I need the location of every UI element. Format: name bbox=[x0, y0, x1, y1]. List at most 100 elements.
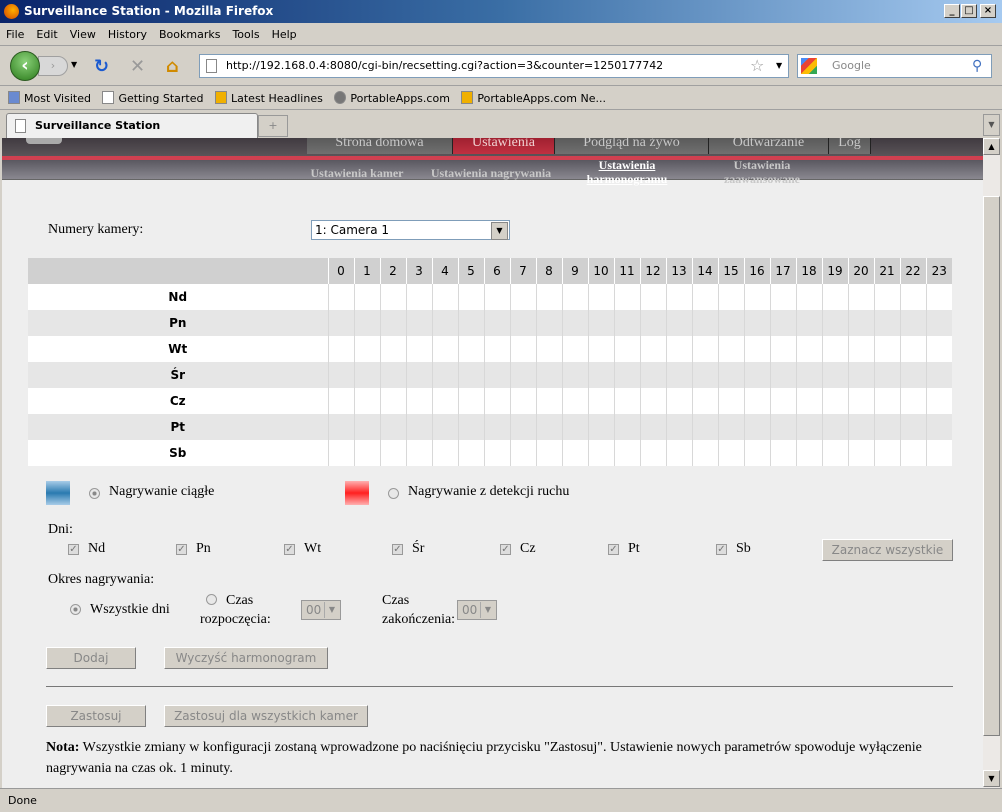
schedule-cell[interactable] bbox=[821, 440, 848, 466]
schedule-cell[interactable] bbox=[353, 414, 380, 440]
start-time-radio[interactable] bbox=[206, 594, 217, 605]
subnav-recording-settings[interactable]: Ustawienia nagrywania bbox=[426, 166, 556, 180]
schedule-cell[interactable] bbox=[405, 336, 432, 362]
schedule-cell[interactable] bbox=[457, 362, 484, 388]
schedule-cell[interactable] bbox=[769, 414, 796, 440]
schedule-cell[interactable] bbox=[535, 310, 562, 336]
schedule-cell[interactable] bbox=[639, 362, 666, 388]
apply-button[interactable]: Zastosuj bbox=[46, 705, 146, 727]
schedule-cell[interactable] bbox=[561, 284, 588, 310]
schedule-cell[interactable] bbox=[873, 440, 900, 466]
schedule-cell[interactable] bbox=[327, 414, 354, 440]
schedule-cell[interactable] bbox=[561, 440, 588, 466]
bookmark-portableapps-news[interactable]: PortableApps.com Ne... bbox=[457, 86, 610, 105]
schedule-cell[interactable] bbox=[431, 310, 458, 336]
schedule-cell[interactable] bbox=[769, 284, 796, 310]
schedule-cell[interactable] bbox=[691, 440, 718, 466]
schedule-cell[interactable] bbox=[847, 362, 874, 388]
schedule-cell[interactable] bbox=[535, 336, 562, 362]
forward-button[interactable]: › bbox=[38, 56, 68, 76]
schedule-cell[interactable] bbox=[665, 336, 692, 362]
schedule-cell[interactable] bbox=[405, 310, 432, 336]
schedule-cell[interactable] bbox=[925, 336, 952, 362]
schedule-cell[interactable] bbox=[925, 284, 952, 310]
menu-edit[interactable]: Edit bbox=[30, 24, 63, 45]
schedule-cell[interactable] bbox=[613, 336, 640, 362]
schedule-cell[interactable] bbox=[405, 440, 432, 466]
back-button[interactable]: ‹ bbox=[10, 51, 40, 81]
schedule-cell[interactable] bbox=[925, 310, 952, 336]
schedule-cell[interactable] bbox=[899, 388, 926, 414]
schedule-cell[interactable] bbox=[483, 414, 510, 440]
continuous-radio[interactable] bbox=[89, 488, 100, 499]
motion-radio[interactable] bbox=[388, 488, 399, 499]
scroll-up-button[interactable]: ▲ bbox=[983, 138, 1000, 155]
schedule-cell[interactable] bbox=[847, 414, 874, 440]
schedule-cell[interactable] bbox=[743, 440, 770, 466]
bookmark-star-icon[interactable]: ☆ bbox=[750, 55, 764, 77]
nav-live-view[interactable]: Podgląd na żywo bbox=[555, 138, 709, 154]
schedule-cell[interactable] bbox=[847, 310, 874, 336]
schedule-cell[interactable] bbox=[691, 284, 718, 310]
schedule-cell[interactable] bbox=[743, 362, 770, 388]
close-button[interactable]: × bbox=[980, 4, 996, 18]
menu-history[interactable]: History bbox=[102, 24, 153, 45]
schedule-cell[interactable] bbox=[457, 414, 484, 440]
schedule-cell[interactable] bbox=[535, 284, 562, 310]
schedule-cell[interactable] bbox=[691, 388, 718, 414]
schedule-cell[interactable] bbox=[665, 414, 692, 440]
schedule-cell[interactable] bbox=[639, 336, 666, 362]
schedule-cell[interactable] bbox=[613, 362, 640, 388]
schedule-cell[interactable] bbox=[483, 310, 510, 336]
schedule-cell[interactable] bbox=[821, 284, 848, 310]
schedule-cell[interactable] bbox=[717, 440, 744, 466]
schedule-cell[interactable] bbox=[457, 388, 484, 414]
schedule-cell[interactable] bbox=[665, 310, 692, 336]
schedule-cell[interactable] bbox=[431, 336, 458, 362]
schedule-cell[interactable] bbox=[769, 440, 796, 466]
schedule-cell[interactable] bbox=[431, 284, 458, 310]
url-dropdown-icon[interactable]: ▼ bbox=[776, 55, 782, 77]
scroll-thumb[interactable] bbox=[983, 196, 1000, 736]
schedule-cell[interactable] bbox=[899, 440, 926, 466]
schedule-cell[interactable] bbox=[587, 284, 614, 310]
schedule-cell[interactable] bbox=[925, 440, 952, 466]
search-icon[interactable]: ⚲ bbox=[972, 55, 982, 77]
nav-settings[interactable]: Ustawienia bbox=[453, 138, 555, 154]
day-checkbox[interactable]: ✓ bbox=[176, 544, 187, 555]
schedule-cell[interactable] bbox=[717, 414, 744, 440]
schedule-cell[interactable] bbox=[639, 440, 666, 466]
schedule-cell[interactable] bbox=[873, 388, 900, 414]
schedule-cell[interactable] bbox=[743, 284, 770, 310]
schedule-cell[interactable] bbox=[665, 362, 692, 388]
schedule-cell[interactable] bbox=[379, 336, 406, 362]
schedule-cell[interactable] bbox=[561, 388, 588, 414]
schedule-cell[interactable] bbox=[795, 414, 822, 440]
schedule-cell[interactable] bbox=[327, 284, 354, 310]
schedule-cell[interactable] bbox=[873, 362, 900, 388]
schedule-cell[interactable] bbox=[353, 310, 380, 336]
menu-help[interactable]: Help bbox=[266, 24, 303, 45]
schedule-cell[interactable] bbox=[795, 336, 822, 362]
schedule-cell[interactable] bbox=[431, 388, 458, 414]
schedule-cell[interactable] bbox=[353, 336, 380, 362]
schedule-cell[interactable] bbox=[665, 284, 692, 310]
schedule-cell[interactable] bbox=[509, 440, 536, 466]
menu-file[interactable]: File bbox=[0, 24, 30, 45]
menu-bookmarks[interactable]: Bookmarks bbox=[153, 24, 226, 45]
schedule-cell[interactable] bbox=[379, 440, 406, 466]
schedule-cell[interactable] bbox=[327, 440, 354, 466]
schedule-cell[interactable] bbox=[925, 414, 952, 440]
schedule-cell[interactable] bbox=[639, 310, 666, 336]
schedule-cell[interactable] bbox=[873, 284, 900, 310]
schedule-cell[interactable] bbox=[353, 388, 380, 414]
bookmark-latest-headlines[interactable]: Latest Headlines bbox=[211, 86, 327, 105]
schedule-cell[interactable] bbox=[353, 362, 380, 388]
schedule-cell[interactable] bbox=[457, 440, 484, 466]
reload-icon[interactable]: ↻ bbox=[94, 56, 109, 77]
schedule-cell[interactable] bbox=[717, 362, 744, 388]
schedule-cell[interactable] bbox=[327, 336, 354, 362]
search-input[interactable]: Google ⚲ bbox=[797, 54, 992, 78]
schedule-cell[interactable] bbox=[847, 440, 874, 466]
schedule-cell[interactable] bbox=[821, 414, 848, 440]
